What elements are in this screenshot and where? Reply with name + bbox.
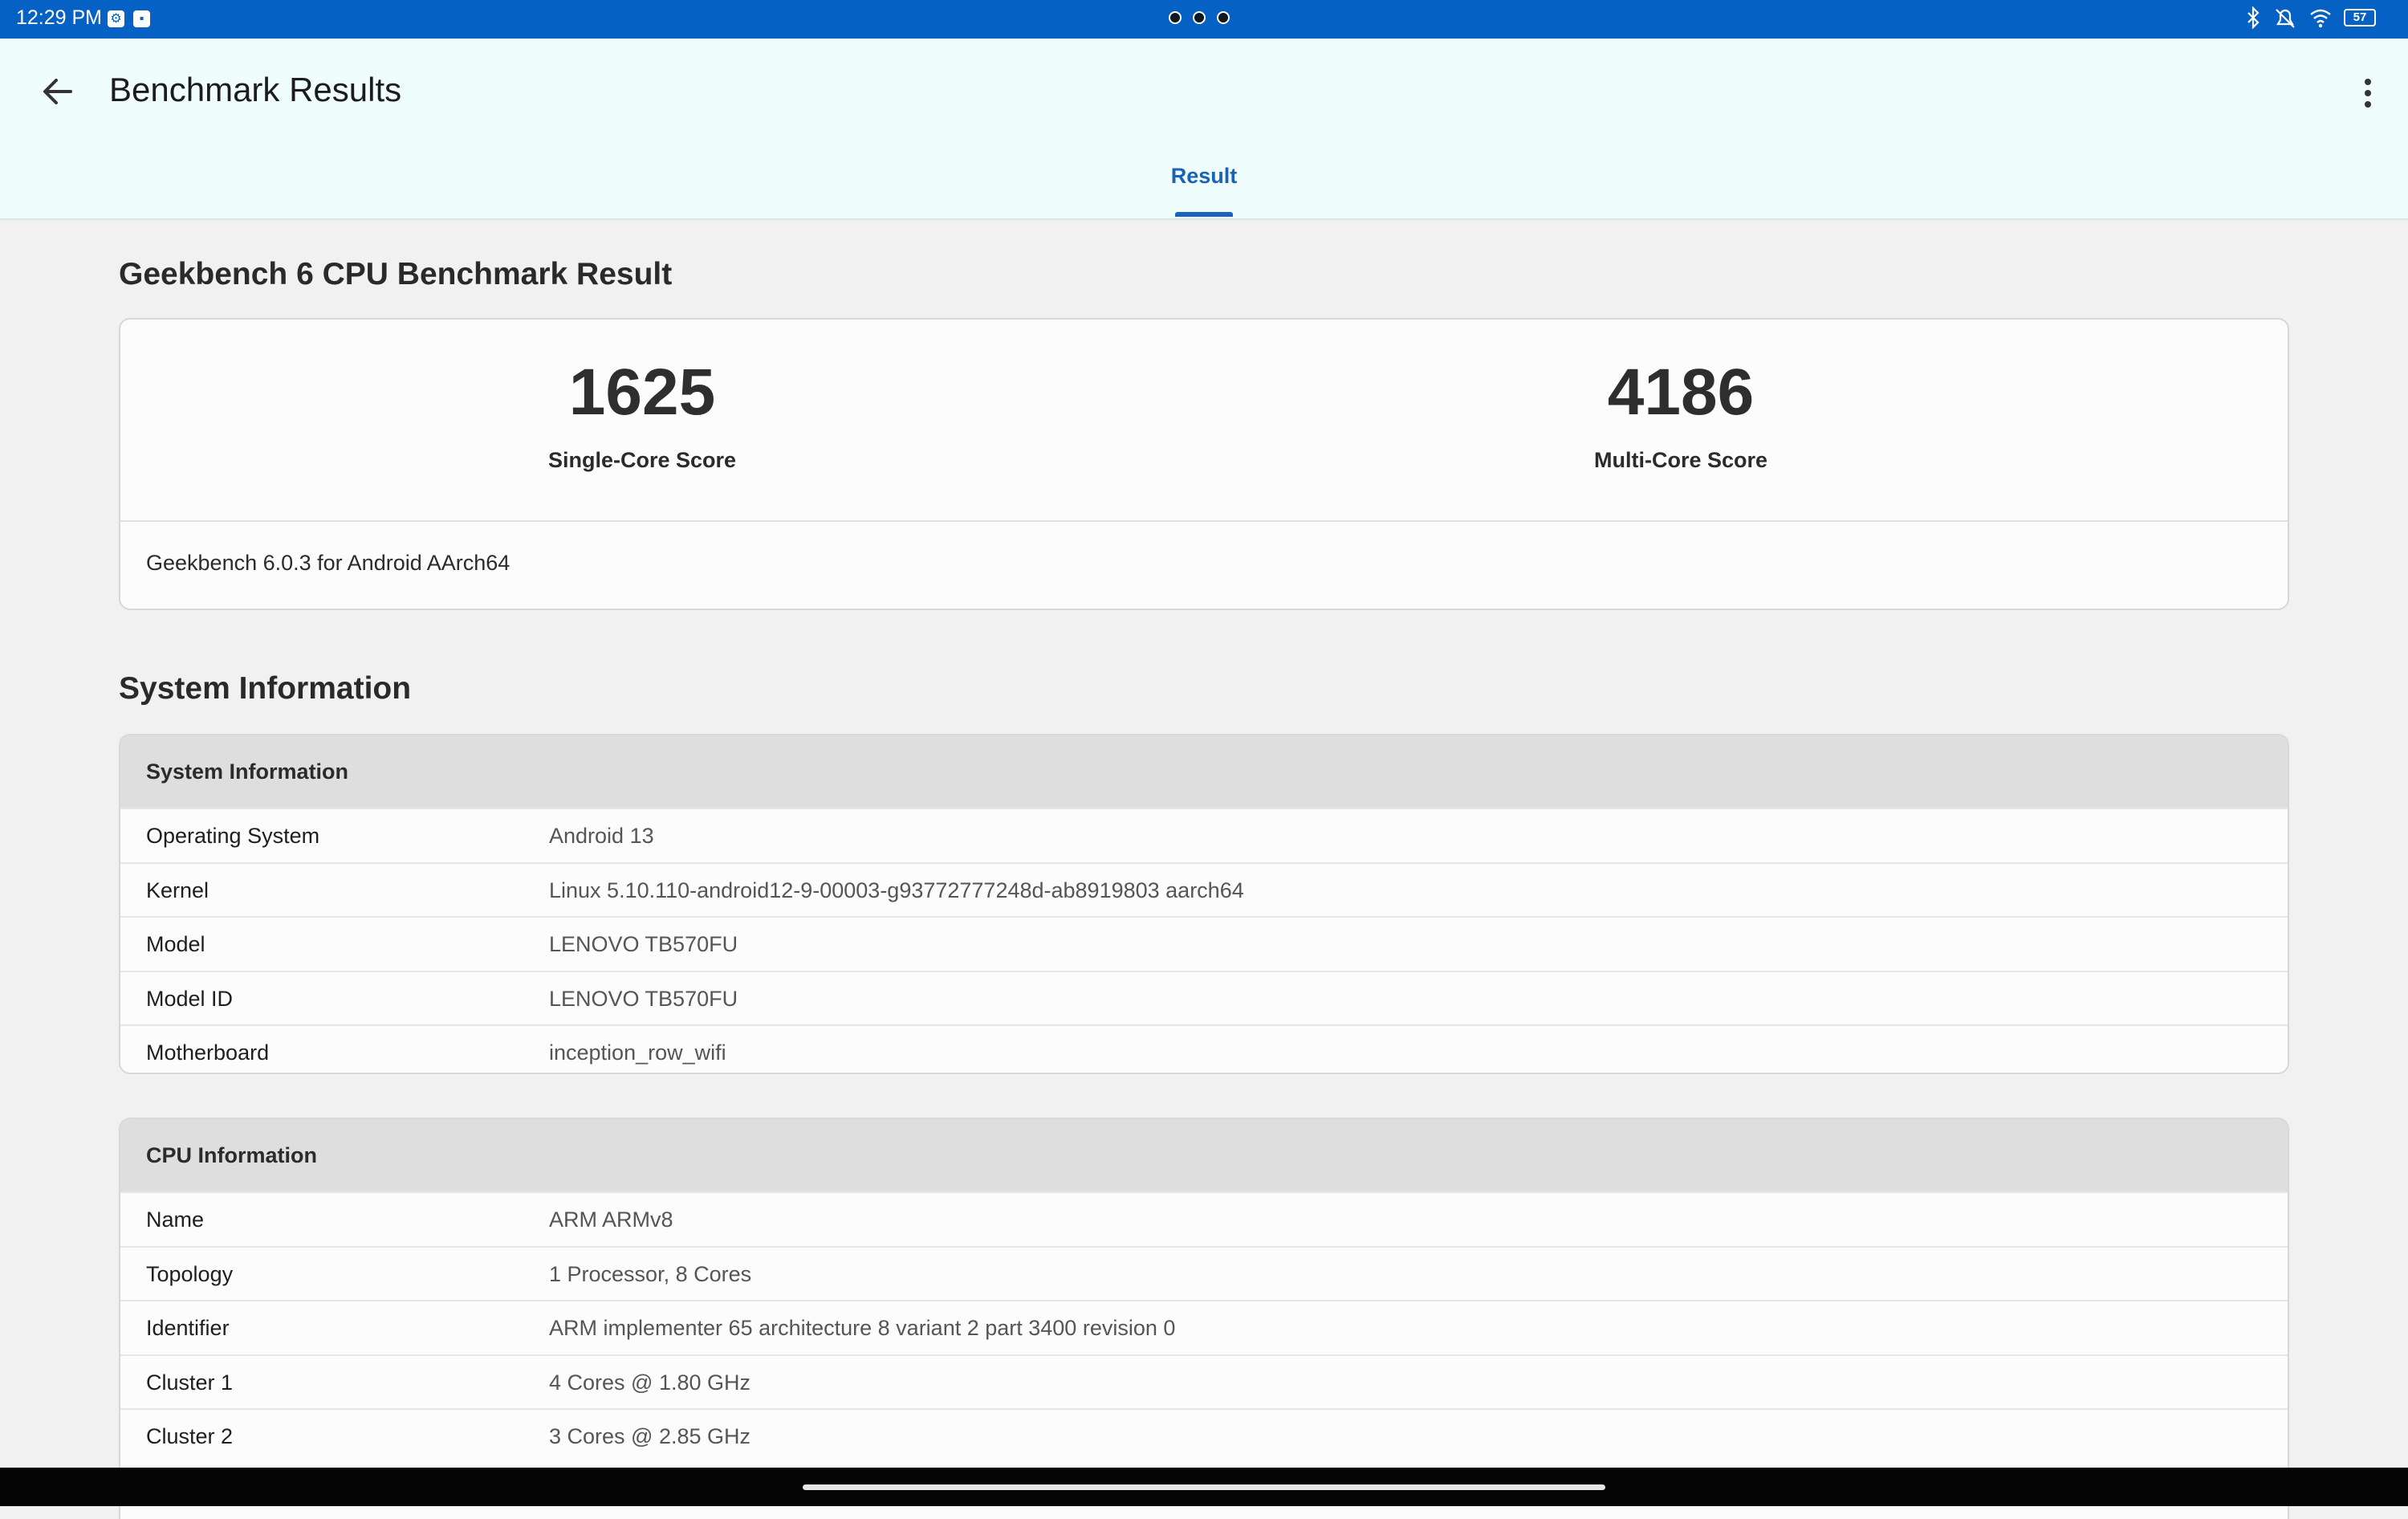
row-key: Kernel (146, 878, 209, 902)
more-options-icon[interactable] (2349, 74, 2387, 112)
navigation-bar (0, 1468, 2408, 1506)
multitask-dots (1169, 11, 1230, 24)
row-key: Model ID (146, 986, 234, 1011)
system-information-header: System Information (120, 735, 2288, 808)
row-value: 1 Processor, 8 Cores (549, 1261, 752, 1286)
table-row: Name ARM ARMv8 (120, 1191, 2288, 1246)
multi-core-value: 4186 (1607, 356, 1755, 429)
row-value: inception_row_wifi (549, 1040, 726, 1065)
table-row: Motherboard inception_row_wifi (120, 1024, 2288, 1073)
page-title: Benchmark Results (109, 71, 402, 108)
table-row: Model ID LENOVO TB570FU (120, 970, 2288, 1025)
wifi-icon (2310, 9, 2331, 28)
multi-core-label: Multi-Core Score (1593, 448, 1768, 472)
cpu-information-card: CPU Information Name ARM ARMv8 Topology … (119, 1118, 2289, 1519)
row-value: ARM implementer 65 architecture 8 varian… (549, 1316, 1176, 1340)
row-key: Name (146, 1207, 205, 1232)
battery-icon: 57 (2344, 9, 2376, 26)
settings-app-icon: ⚙ (108, 10, 124, 27)
result-section-title: Geekbench 6 CPU Benchmark Result (119, 257, 673, 291)
row-value: Android 13 (549, 824, 654, 848)
row-key: Identifier (146, 1316, 230, 1340)
single-core-score: 1625 Single-Core Score (201, 360, 1084, 473)
single-core-label: Single-Core Score (547, 448, 737, 472)
system-info-section-title: System Information (119, 671, 412, 706)
tab-indicator (1175, 212, 1233, 217)
multi-core-score: 4186 Multi-Core Score (1239, 360, 2122, 473)
row-key: Motherboard (146, 1040, 270, 1065)
system-information-card: System Information Operating System Andr… (119, 734, 2289, 1074)
bluetooth-icon (2247, 6, 2260, 29)
geekbench-app-icon: ▪ (133, 10, 150, 27)
row-key: Operating System (146, 824, 320, 848)
do-not-disturb-off-icon (2276, 9, 2295, 28)
row-key: Cluster 2 (146, 1424, 234, 1448)
status-time: 12:29 PM (16, 6, 103, 29)
row-value: 4 Cores @ 1.80 GHz (549, 1370, 751, 1395)
table-row: Kernel Linux 5.10.110-android12-9-00003-… (120, 861, 2288, 917)
table-row: Operating System Android 13 (120, 808, 2288, 862)
row-value: LENOVO TB570FU (549, 932, 738, 956)
row-value: LENOVO TB570FU (549, 986, 738, 1011)
row-key: Topology (146, 1261, 234, 1286)
row-value: 3 Cores @ 2.85 GHz (549, 1424, 751, 1448)
benchmark-version: Geekbench 6.0.3 for Android AArch64 (146, 551, 510, 575)
divider (120, 520, 2288, 522)
score-card: 1625 Single-Core Score 4186 Multi-Core S… (119, 318, 2289, 610)
table-row: Identifier ARM implementer 65 architectu… (120, 1300, 2288, 1354)
tab-result[interactable]: Result (1124, 164, 1284, 189)
table-row: Cluster 1 4 Cores @ 1.80 GHz (120, 1354, 2288, 1409)
table-row: Topology 1 Processor, 8 Cores (120, 1245, 2288, 1301)
home-gesture-handle[interactable] (803, 1484, 1605, 1490)
table-row: Model LENOVO TB570FU (120, 916, 2288, 971)
status-icons: 57 (2244, 6, 2376, 29)
status-bar: 12:29 PM ⚙ ▪ 57 (0, 0, 2408, 39)
row-key: Cluster 1 (146, 1370, 234, 1395)
table-row: Cluster 2 3 Cores @ 2.85 GHz (120, 1408, 2288, 1463)
cpu-information-header: CPU Information (120, 1119, 2288, 1191)
row-key: Model (146, 932, 205, 956)
app-bar: Benchmark Results Result (0, 39, 2408, 220)
row-value: ARM ARMv8 (549, 1207, 673, 1232)
single-core-value: 1625 (568, 356, 716, 429)
back-arrow-icon[interactable] (35, 69, 80, 114)
row-value: Linux 5.10.110-android12-9-00003-g937727… (549, 878, 1244, 902)
